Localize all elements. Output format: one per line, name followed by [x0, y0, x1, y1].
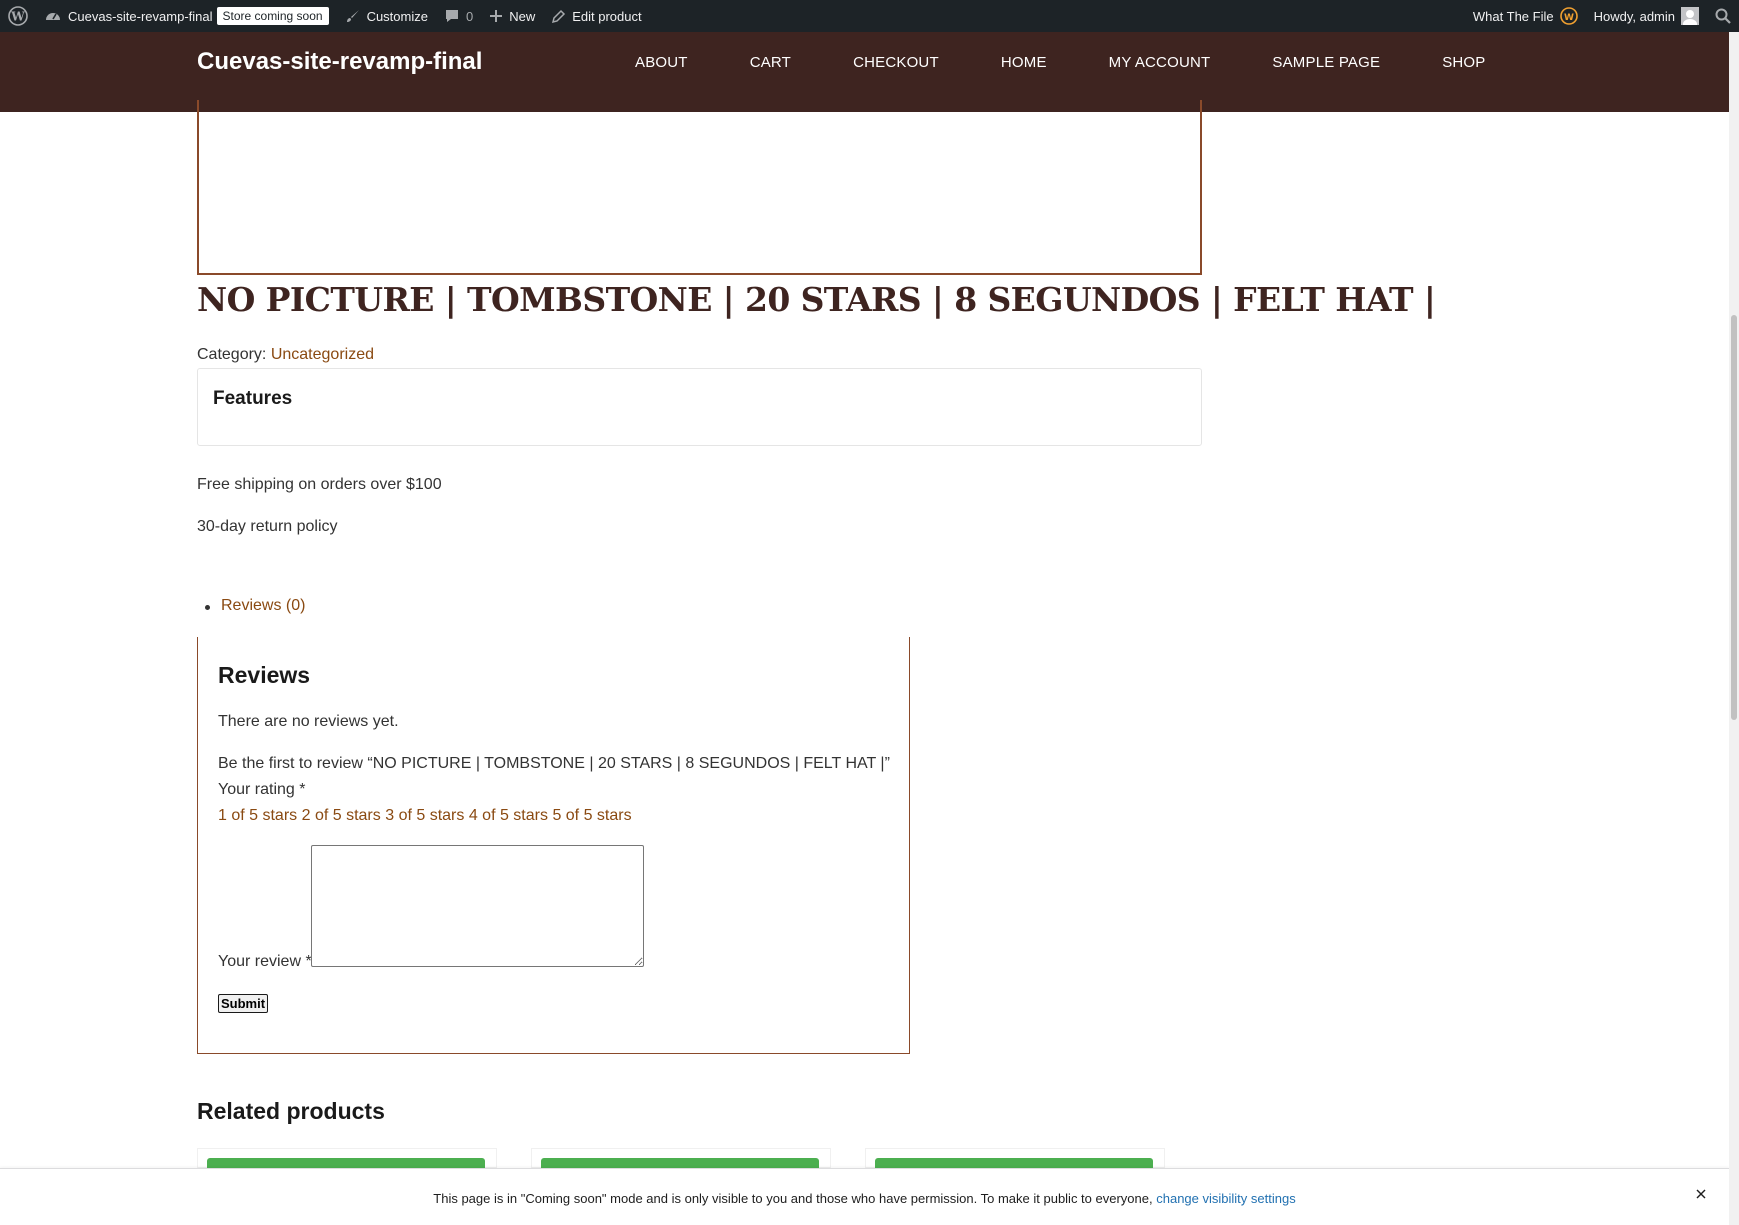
search-icon: [1715, 8, 1731, 24]
comment-bubble-icon: [444, 8, 460, 24]
what-the-file-link[interactable]: What The File W: [1465, 0, 1586, 32]
review-label: Your review *: [218, 953, 312, 970]
admin-site-name: Cuevas-site-revamp-final: [68, 8, 213, 24]
star-4-link[interactable]: 4 of 5 stars: [469, 807, 548, 824]
related-products-heading: Related products: [197, 1098, 385, 1124]
wordpress-logo-icon[interactable]: W: [0, 0, 36, 32]
product-category: Category: Uncategorized: [197, 346, 374, 364]
svg-text:W: W: [1564, 13, 1574, 23]
what-the-file-label: What The File: [1472, 8, 1554, 24]
admin-site-name-link[interactable]: Cuevas-site-revamp-final Store coming so…: [36, 0, 337, 32]
notice-text: This page is in "Coming soon" mode and i…: [433, 1191, 1153, 1206]
comments-link[interactable]: 0: [436, 0, 481, 32]
shipping-text: Free shipping on orders over $100: [197, 476, 442, 493]
reviews-heading: Reviews: [218, 662, 311, 688]
nav-item-checkout[interactable]: CHECKOUT: [853, 54, 939, 71]
related-product-card[interactable]: [197, 1148, 497, 1174]
tab-reviews[interactable]: Reviews (0): [221, 597, 305, 615]
no-reviews-text: There are no reviews yet.: [218, 713, 399, 730]
nav-item-shop[interactable]: SHOP: [1442, 54, 1485, 71]
related-product-card[interactable]: [865, 1148, 1165, 1174]
coming-soon-notice: This page is in "Coming soon" mode and i…: [0, 1168, 1729, 1225]
nav-item-my-account[interactable]: MY ACCOUNT: [1109, 54, 1211, 71]
review-textarea[interactable]: [311, 845, 644, 967]
my-account-link[interactable]: Howdy, admin: [1586, 0, 1707, 32]
features-heading: Features: [213, 388, 293, 409]
close-icon[interactable]: [1693, 1186, 1709, 1202]
nav-item-cart[interactable]: CART: [750, 54, 791, 71]
comments-count: 0: [465, 8, 474, 24]
category-label: Category:: [197, 346, 267, 363]
nav-item-sample-page[interactable]: SAMPLE PAGE: [1272, 54, 1380, 71]
notice-text-wrap: This page is in "Coming soon" mode and i…: [0, 1191, 1729, 1206]
howdy-label: Howdy, admin: [1593, 8, 1675, 24]
avatar: [1681, 7, 1699, 25]
customize-link[interactable]: Customize: [337, 0, 436, 32]
dashboard-icon: [44, 7, 62, 25]
edit-product-link[interactable]: Edit product: [543, 0, 649, 32]
page-scrollbar-thumb[interactable]: [1731, 315, 1737, 720]
plus-icon: [489, 9, 503, 23]
new-label: New: [509, 8, 536, 24]
be-first-text: Be the first to review “NO PICTURE | TOM…: [218, 755, 890, 772]
star-2-link[interactable]: 2 of 5 stars: [302, 807, 381, 824]
store-coming-soon-badge[interactable]: Store coming soon: [216, 7, 329, 25]
star-5-link[interactable]: 5 of 5 stars: [552, 807, 631, 824]
customize-label: Customize: [366, 8, 428, 24]
nav-item-home[interactable]: HOME: [1001, 54, 1047, 71]
product-image-area: [197, 100, 1202, 275]
change-visibility-link[interactable]: change visibility settings: [1156, 1191, 1295, 1206]
what-the-file-logo-icon: W: [1559, 7, 1578, 25]
star-3-link[interactable]: 3 of 5 stars: [385, 807, 464, 824]
star-1-link[interactable]: 1 of 5 stars: [218, 807, 297, 824]
edit-product-label: Edit product: [572, 8, 642, 24]
admin-search-button[interactable]: [1707, 0, 1739, 32]
submit-review-button[interactable]: Submit: [218, 994, 269, 1013]
reviews-panel: Reviews There are no reviews yet. Be the…: [197, 637, 910, 1054]
related-product-card[interactable]: [531, 1148, 831, 1174]
site-title-link[interactable]: Cuevas-site-revamp-final: [197, 48, 482, 76]
svg-text:W: W: [10, 10, 25, 24]
product-title: NO PICTURE | TOMBSTONE | 20 STARS | 8 SE…: [197, 280, 1436, 319]
category-link[interactable]: Uncategorized: [271, 346, 374, 363]
new-content-link[interactable]: New: [481, 0, 543, 32]
nav-item-about[interactable]: ABOUT: [635, 54, 688, 71]
return-policy-text: 30-day return policy: [197, 518, 338, 535]
rating-label: Your rating *: [218, 781, 306, 798]
admin-bar: W Cuevas-site-revamp-final Store coming …: [0, 0, 1739, 32]
pencil-icon: [551, 9, 566, 24]
features-box: Features: [197, 368, 1202, 446]
primary-nav: ABOUT CART CHECKOUT HOME MY ACCOUNT SAMP…: [635, 54, 1548, 71]
paintbrush-icon: [345, 8, 361, 24]
tab-bullet: [205, 605, 210, 610]
star-rating: 1 of 5 stars 2 of 5 stars 3 of 5 stars 4…: [218, 807, 632, 825]
